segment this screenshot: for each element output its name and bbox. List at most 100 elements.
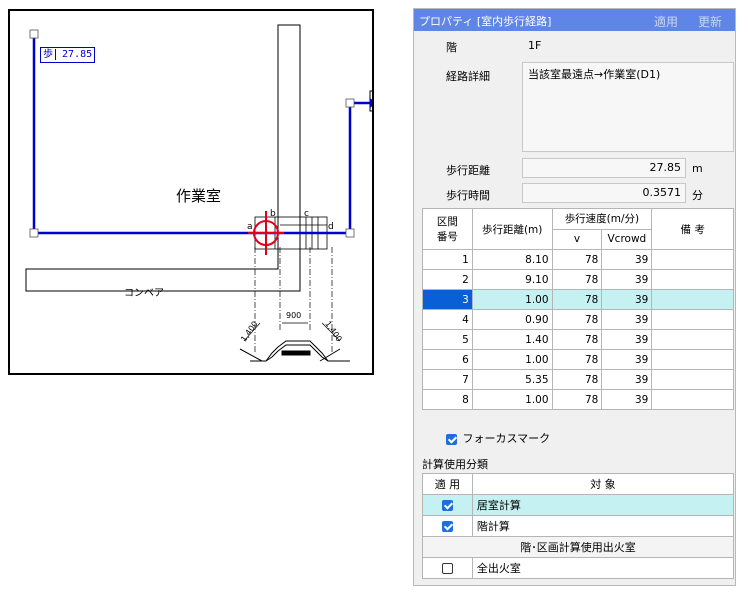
segment-note[interactable]	[651, 389, 734, 410]
segment-distance[interactable]: 1.00	[471, 289, 553, 310]
drawing-canvas[interactable]: 歩 27.85 作業室 コンベア a b c d 1,400 900 1,400	[8, 9, 374, 375]
segment-row[interactable]: 5 1.40 78 39	[422, 329, 734, 350]
category-checkbox[interactable]	[441, 563, 453, 574]
dimension-label-center: 900	[286, 311, 302, 320]
segment-vcrowd[interactable]: 39	[601, 289, 653, 310]
walk-distance-unit: m	[692, 162, 703, 175]
segment-v[interactable]: 78	[551, 329, 603, 350]
segment-note[interactable]	[651, 329, 734, 350]
walk-time-label: 歩行時間	[446, 189, 490, 202]
fire-room-section-label: 階･区画計算使用出火室	[422, 536, 734, 558]
category-apply-cell[interactable]	[422, 515, 473, 537]
floor-label: 階	[446, 41, 457, 54]
vcrowd-header: Vcrowd	[601, 228, 653, 250]
segment-distance[interactable]: 9.10	[471, 269, 553, 290]
conveyor-label: コンベア	[124, 288, 164, 299]
category-row[interactable]: 階計算	[422, 515, 735, 537]
segment-no[interactable]: 4	[422, 309, 473, 330]
v-header: v	[551, 228, 603, 250]
segment-v[interactable]: 78	[551, 289, 603, 310]
calc-category-label: 計算使用分類	[422, 458, 488, 471]
category-target-label: 全出火室	[471, 557, 735, 579]
category-checkbox[interactable]	[441, 521, 453, 532]
route-detail-label: 経路詳細	[446, 70, 490, 83]
category-row[interactable]: 居室計算	[422, 494, 735, 516]
segment-vcrowd[interactable]: 39	[601, 349, 653, 370]
segment-no[interactable]: 6	[422, 349, 473, 370]
segment-no-header: 区間 番号	[422, 208, 473, 250]
segment-v[interactable]: 78	[551, 249, 603, 270]
segment-vcrowd[interactable]: 39	[601, 249, 653, 270]
segment-v[interactable]: 78	[551, 269, 603, 290]
segment-v[interactable]: 78	[551, 309, 603, 330]
segment-v[interactable]: 78	[551, 369, 603, 390]
segment-note[interactable]	[651, 309, 734, 330]
segment-row[interactable]: 2 9.10 78 39	[422, 269, 734, 290]
segment-row[interactable]: 4 0.90 78 39	[422, 309, 734, 330]
speed-header: 歩行速度(m/分)	[551, 208, 653, 230]
segment-v[interactable]: 78	[551, 349, 603, 370]
segment-v[interactable]: 78	[551, 389, 603, 410]
distance-tag-value: 27.85	[62, 49, 93, 60]
segment-distance[interactable]: 1.00	[471, 349, 553, 370]
point-label-d: d	[328, 222, 334, 232]
distance-tag: 歩 27.85	[40, 47, 96, 63]
segment-note[interactable]	[651, 349, 734, 370]
segment-no[interactable]: 5	[422, 329, 473, 350]
segment-no[interactable]: 1	[422, 249, 473, 270]
distance-tag-prefix: 歩	[43, 49, 56, 60]
category-checkbox[interactable]	[441, 500, 453, 511]
segment-no[interactable]: 7	[422, 369, 473, 390]
calc-category-table: 適 用 対 象 居室計算 階計算 階･区画計算使用出火室 全出火室	[422, 473, 735, 579]
category-apply-cell[interactable]	[422, 494, 473, 516]
segment-note[interactable]	[651, 269, 734, 290]
segment-no[interactable]: 2	[422, 269, 473, 290]
segment-row[interactable]: 7 5.35 78 39	[422, 369, 734, 390]
segment-distance[interactable]: 8.10	[471, 249, 553, 270]
category-row[interactable]: 全出火室	[422, 557, 735, 579]
properties-title-bar: プロパティ [室内歩行経路] 適用 更新	[414, 9, 735, 31]
apply-button[interactable]: 適用	[654, 13, 678, 30]
point-label-b: b	[270, 209, 276, 219]
segment-vcrowd[interactable]: 39	[601, 269, 653, 290]
segment-vcrowd[interactable]: 39	[601, 329, 653, 350]
segment-distance[interactable]: 0.90	[471, 309, 553, 330]
segment-vcrowd[interactable]: 39	[601, 369, 653, 390]
segment-table: 区間 番号 歩行距離(m) 歩行速度(m/分) 備 考 v Vcrowd 1 8.…	[422, 208, 734, 410]
focus-mark-toggle[interactable]: フォーカスマーク	[446, 430, 550, 446]
segment-distance[interactable]: 1.00	[471, 389, 553, 410]
category-target-label: 居室計算	[471, 494, 735, 516]
segment-row[interactable]: 1 8.10 78 39	[422, 249, 734, 270]
route-detail-value: 当該室最遠点→作業室(D1)	[528, 68, 661, 81]
focus-mark-checkbox[interactable]	[446, 433, 457, 445]
note-header: 備 考	[651, 208, 734, 250]
stair-elevation	[239, 340, 350, 362]
segment-note[interactable]	[651, 249, 734, 270]
segment-row[interactable]: 8 1.00 78 39	[422, 389, 734, 410]
segment-note[interactable]	[651, 369, 734, 390]
fire-room-section-row: 階･区画計算使用出火室	[422, 536, 734, 558]
apply-column-header: 適 用	[422, 473, 473, 495]
focus-mark-label: フォーカスマーク	[462, 432, 551, 445]
segment-row[interactable]: 3 1.00 78 39	[422, 289, 734, 310]
room-label: 作業室	[176, 187, 222, 205]
segment-distance[interactable]: 5.35	[471, 369, 553, 390]
segment-row[interactable]: 6 1.00 78 39	[422, 349, 734, 370]
segment-no[interactable]: 8	[422, 389, 473, 410]
segment-vcrowd[interactable]: 39	[601, 309, 653, 330]
segment-distance[interactable]: 1.40	[471, 329, 553, 350]
route-detail-field[interactable]: 当該室最遠点→作業室(D1)	[522, 62, 734, 152]
category-apply-cell[interactable]	[422, 557, 473, 579]
walk-distance-field[interactable]: 27.85	[522, 158, 686, 178]
floor-value: 1F	[528, 39, 542, 52]
segment-no-header-line2: 番号	[436, 231, 458, 243]
segment-no[interactable]: 3	[422, 289, 473, 310]
segment-vcrowd[interactable]: 39	[601, 389, 653, 410]
walk-distance-label: 歩行距離	[446, 164, 490, 177]
point-label-c: c	[304, 209, 309, 219]
guide-lines	[254, 247, 333, 353]
walk-time-field[interactable]: 0.3571	[522, 183, 686, 203]
point-label-a: a	[247, 222, 253, 232]
update-button[interactable]: 更新	[698, 13, 722, 30]
segment-note[interactable]	[651, 289, 734, 310]
